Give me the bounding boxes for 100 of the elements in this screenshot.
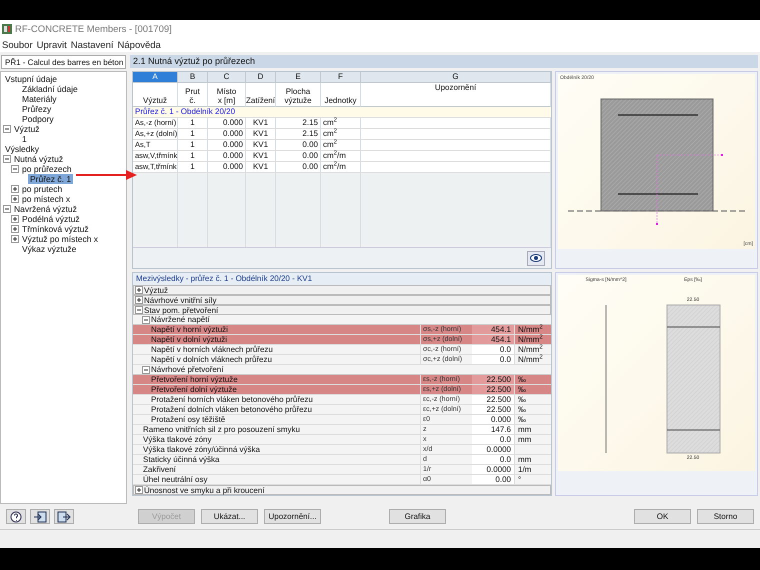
table-cell: 1: [178, 118, 208, 129]
tree-item[interactable]: Třmínková výztuž: [20, 224, 91, 234]
unit: N/mm$^{2}$: [518, 345, 543, 354]
collapse-icon[interactable]: [135, 306, 143, 314]
result-label: Úhel neutrální osy: [142, 475, 208, 484]
column-letter[interactable]: E: [276, 72, 321, 83]
help-button[interactable]: [6, 509, 26, 524]
unit: N/mm$^{2}$: [518, 325, 543, 334]
case-dropdown[interactable]: PŘ1 - Calcul des barres en béton: [1, 55, 126, 69]
tree-item[interactable]: Podélná výztuž: [20, 214, 82, 224]
dialog-button[interactable]: Ukázat...: [201, 509, 258, 524]
tree-item[interactable]: Výkaz výztuže: [20, 244, 78, 254]
unit: N/mm$^{2}$: [518, 355, 543, 364]
help-icon: [10, 510, 22, 522]
collapse-icon[interactable]: [11, 165, 19, 173]
dropdown-value: PŘ1 - Calcul des barres en béton: [5, 58, 124, 66]
tree-item[interactable]: Vstupní údaje: [3, 74, 59, 84]
column-letter[interactable]: B: [178, 72, 208, 83]
value: 454.1: [490, 325, 511, 334]
menu-item[interactable]: Nápověda: [118, 40, 161, 50]
tree-item[interactable]: Průřezy: [20, 104, 54, 114]
value: 22.500: [486, 375, 511, 384]
unit: mm: [518, 425, 532, 434]
app-icon: [2, 24, 12, 34]
expand-icon[interactable]: [135, 486, 143, 494]
table-cell: 0.000: [208, 140, 246, 151]
column-letter[interactable]: A: [133, 72, 178, 83]
collapse-icon[interactable]: [3, 205, 11, 213]
tree-item[interactable]: Materiály: [20, 94, 58, 104]
expand-icon[interactable]: [11, 195, 19, 203]
value: 454.1: [490, 335, 511, 344]
window-title: RF-CONCRETE Members - [001709]: [15, 24, 172, 34]
group-label: Stav pom. přetvoření: [144, 306, 218, 314]
menu-item[interactable]: Soubor: [2, 40, 33, 50]
column-letter[interactable]: G: [361, 72, 551, 83]
tree-item[interactable]: Podpory: [20, 114, 56, 124]
table-cell: 0.000: [208, 129, 246, 140]
table-cell: cm$^{2}$: [321, 118, 361, 129]
tree-item[interactable]: po prutech: [20, 184, 64, 194]
column-header: Plocha výztuže: [276, 83, 321, 107]
tree-item[interactable]: Výztuž: [12, 124, 42, 134]
expand-icon[interactable]: [135, 286, 143, 294]
result-label: Přetvoření dolní výztuže: [150, 385, 238, 394]
tree-item[interactable]: po místech x: [20, 194, 72, 204]
expand-icon[interactable]: [11, 225, 19, 233]
dialog-button[interactable]: Storno: [697, 509, 754, 524]
tree-item[interactable]: Navržená výztuž: [12, 204, 79, 214]
dialog-button[interactable]: OK: [634, 509, 691, 524]
collapse-icon[interactable]: [142, 316, 150, 324]
group-label: Návrhové vnitřní síly: [144, 296, 216, 304]
table-cell: 0.00: [276, 151, 321, 162]
table-cell: 1: [178, 129, 208, 140]
value: 0.0000: [486, 445, 511, 454]
unit: mm: [518, 455, 532, 464]
collapse-icon[interactable]: [142, 366, 150, 374]
unit: ‰: [518, 415, 526, 424]
export-button[interactable]: [30, 509, 50, 524]
eye-icon: [530, 254, 542, 262]
column-header: Místo x [m]: [208, 83, 246, 107]
view-button[interactable]: [527, 250, 545, 266]
result-label: Protažení horních vláken betonového průřezu: [150, 395, 314, 404]
tree-item[interactable]: Nutná výztuž: [12, 154, 66, 164]
tree-item[interactable]: Výztuž po místech x: [20, 234, 100, 244]
table-cell: cm$^{2}$: [321, 129, 361, 140]
collapse-icon[interactable]: [3, 155, 11, 163]
group-label: Únosnost ve smyku a při kroucení: [144, 486, 264, 494]
expand-icon[interactable]: [11, 185, 19, 193]
result-label: Výška tlakové zóny: [142, 435, 212, 444]
value: 0.0: [500, 345, 511, 354]
expand-icon[interactable]: [11, 215, 19, 223]
table-cell: 1: [178, 140, 208, 151]
unit: ‰: [518, 405, 526, 414]
collapse-icon[interactable]: [3, 125, 11, 133]
tree-item[interactable]: po průřezech: [20, 164, 74, 174]
result-label: Napětí v horní výztuži: [150, 325, 229, 334]
tree-item[interactable]: 1: [20, 134, 29, 144]
column-letter[interactable]: D: [246, 72, 276, 83]
tree-item[interactable]: Průřez č. 1: [28, 174, 74, 184]
value: 0.0: [500, 455, 511, 464]
value: 22.500: [486, 405, 511, 414]
dialog-button[interactable]: Grafika: [389, 509, 446, 524]
result-label: Napětí v dolní výztuži: [150, 335, 228, 344]
expand-icon[interactable]: [11, 235, 19, 243]
expand-icon[interactable]: [135, 296, 143, 304]
dialog-button[interactable]: Upozornění...: [264, 509, 321, 524]
group-label: Návržené napětí: [151, 315, 210, 324]
table-cell: 0.000: [208, 151, 246, 162]
column-letter[interactable]: C: [208, 72, 246, 83]
value: 0.000: [490, 415, 511, 424]
tree-item[interactable]: Výsledky: [3, 144, 42, 154]
column-letter[interactable]: F: [321, 72, 361, 83]
tree-item[interactable]: Základní údaje: [20, 84, 80, 94]
table-cell: 0.00: [276, 140, 321, 151]
menu-item[interactable]: Upravit: [36, 40, 67, 50]
table-cell: KV1: [246, 151, 276, 162]
menu-item[interactable]: Nastavení: [70, 40, 114, 50]
value: 0.0: [500, 355, 511, 364]
result-label: Protažení osy těžiště: [150, 415, 226, 424]
column-header: Upozornění: [361, 83, 551, 107]
import-button[interactable]: [54, 509, 74, 524]
